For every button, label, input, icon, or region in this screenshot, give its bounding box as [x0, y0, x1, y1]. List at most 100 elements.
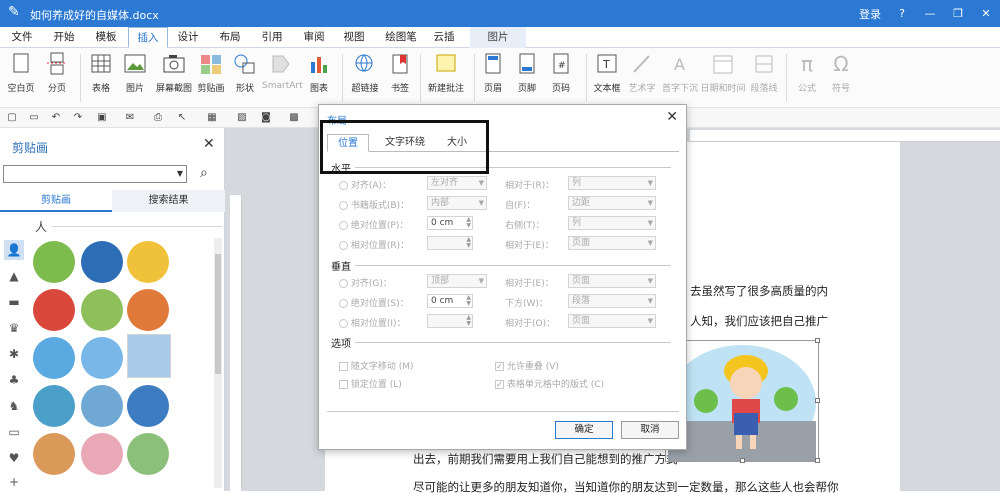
textbox-button[interactable]: T 文本框	[590, 52, 624, 94]
v-absolute-relative-select[interactable]: 段落 ▼	[568, 294, 656, 308]
cancel-button[interactable]: 取消	[621, 421, 679, 439]
v-align-relative-select[interactable]: 页面 ▼	[568, 274, 656, 288]
h-absolute-input[interactable]: 0 cm ▲ ▼	[427, 216, 473, 230]
v-absolute-input[interactable]: 0 cm ▲ ▼	[427, 294, 473, 308]
v-relative-relative-select[interactable]: 页面 ▼	[568, 314, 656, 328]
menu-insert[interactable]: 插入	[128, 27, 168, 48]
v-align-select[interactable]: 顶部 ▼	[427, 274, 487, 288]
menu-view[interactable]: 视图	[336, 27, 372, 48]
search-input[interactable]: ▼	[3, 165, 187, 183]
search-icon[interactable]: ⌕	[200, 165, 208, 181]
menu-picture[interactable]: 图片	[470, 27, 526, 48]
v-align-option[interactable]: 对齐(G)：	[339, 276, 392, 289]
h-absolute-relative-select[interactable]: 列 ▼	[568, 216, 656, 230]
picture-button[interactable]: 图片	[120, 52, 150, 94]
clipart-thumb[interactable]	[81, 289, 123, 331]
spin-arrows-icon[interactable]: ▲ ▼	[466, 237, 471, 249]
menu-cloud[interactable]: 云插	[426, 27, 462, 48]
menu-draw[interactable]: 绘图笔	[378, 27, 424, 48]
allow-overlap-checkbox[interactable]: ✓ 允许重叠 (V)	[495, 359, 559, 372]
h-book-relative-select[interactable]: 边距 ▼	[568, 196, 656, 210]
wordart-button[interactable]: 艺术字	[626, 52, 658, 94]
menu-home[interactable]: 开始	[46, 27, 82, 48]
table-icon[interactable]: ▦	[206, 112, 218, 124]
spin-arrows-icon[interactable]: ▲ ▼	[466, 315, 471, 327]
heart-icon[interactable]: ♥	[4, 448, 24, 468]
clipart-thumb[interactable]	[81, 433, 123, 475]
clipart-thumb[interactable]	[33, 289, 75, 331]
menu-layout[interactable]: 布局	[212, 27, 248, 48]
hyperlink-button[interactable]: 超链接	[348, 52, 382, 94]
picture-icon[interactable]: ▨	[236, 112, 248, 124]
person-icon[interactable]: 👤	[4, 240, 24, 260]
tab-clipart[interactable]: 剪贴画	[0, 190, 112, 212]
footer-button[interactable]: 页脚	[512, 52, 542, 94]
h-book-option[interactable]: 书籍版式(B)：	[339, 198, 409, 211]
v-relative-input[interactable]: ▲ ▼	[427, 314, 473, 328]
date-time-button[interactable]: 日期和时间	[700, 52, 746, 94]
h-relative-relative-select[interactable]: 页面 ▼	[568, 236, 656, 250]
graduation-cap-icon[interactable]: ▲	[4, 266, 24, 286]
clipart-thumb[interactable]	[81, 241, 123, 283]
radio[interactable]	[339, 319, 348, 328]
radio[interactable]	[339, 299, 348, 308]
briefcase-icon[interactable]: ▬	[4, 292, 24, 312]
screenshot-button[interactable]: 屏幕截图	[154, 52, 194, 94]
checkbox[interactable]: ✓	[495, 362, 504, 371]
bookmark-button[interactable]: 书签	[386, 52, 414, 94]
menu-references[interactable]: 引用	[254, 27, 290, 48]
clipart-thumb[interactable]	[81, 385, 123, 427]
clover-icon[interactable]: ♣	[4, 370, 24, 390]
open-folder-icon[interactable]: ▭	[28, 112, 40, 124]
clipart-thumb[interactable]	[127, 433, 169, 475]
spin-arrows-icon[interactable]: ▲ ▼	[466, 295, 471, 307]
clipart-button[interactable]: 剪贴画	[196, 52, 226, 94]
pane-scrollbar[interactable]	[214, 238, 222, 488]
radio[interactable]	[339, 181, 348, 190]
clipart-thumb[interactable]	[127, 241, 169, 283]
close-icon[interactable]: ✕	[666, 109, 678, 125]
minimize-button[interactable]: —	[916, 7, 944, 20]
camera-icon[interactable]: ◙	[260, 112, 272, 124]
animal-icon[interactable]: ♞	[4, 396, 24, 416]
smartart-button[interactable]: SmartArt	[262, 52, 303, 91]
checkbox[interactable]	[339, 362, 348, 371]
radio[interactable]	[339, 221, 348, 230]
snowflake-icon[interactable]: ✱	[4, 344, 24, 364]
menu-template[interactable]: 模板	[88, 27, 124, 48]
lock-anchor-checkbox[interactable]: 锁定位置 (L)	[339, 377, 402, 390]
clipart-thumb[interactable]	[33, 241, 75, 283]
undo-icon[interactable]: ↶	[50, 112, 62, 124]
ok-button[interactable]: 确定	[555, 421, 613, 439]
clipart-thumb[interactable]	[33, 337, 75, 379]
move-with-text-checkbox[interactable]: 随文字移动 (M)	[339, 359, 414, 372]
radio[interactable]	[339, 279, 348, 288]
h-align-select[interactable]: 左对齐 ▼	[427, 176, 487, 190]
page-break-button[interactable]: 分页	[42, 52, 72, 94]
chart-button[interactable]: 图表	[304, 52, 334, 94]
crown-icon[interactable]: ♛	[4, 318, 24, 338]
resize-handle[interactable]	[815, 338, 820, 343]
shapes-button[interactable]: 形状	[230, 52, 260, 94]
resize-handle[interactable]	[815, 458, 820, 463]
close-button[interactable]: ✕	[972, 7, 1000, 20]
h-relative-input[interactable]: ▲ ▼	[427, 236, 473, 250]
h-book-select[interactable]: 内部 ▼	[427, 196, 487, 210]
menu-file[interactable]: 文件	[4, 27, 40, 48]
clipart-icon[interactable]: ▩	[288, 112, 300, 124]
cake-icon[interactable]: ▭	[4, 422, 24, 442]
login-button[interactable]: 登录	[852, 6, 888, 22]
h-align-relative-select[interactable]: 列 ▼	[568, 176, 656, 190]
h-relative-option[interactable]: 相对位置(R)：	[339, 238, 409, 251]
redo-icon[interactable]: ↷	[72, 112, 84, 124]
clipart-thumb[interactable]	[127, 385, 169, 427]
h-align-option[interactable]: 对齐(A)：	[339, 178, 391, 191]
clipart-thumb[interactable]	[127, 289, 169, 331]
tab-search-results[interactable]: 搜索结果	[112, 190, 225, 212]
v-relative-option[interactable]: 相对位置(I)：	[339, 316, 406, 329]
clipart-thumb[interactable]	[81, 337, 123, 379]
clipart-thumb[interactable]	[33, 433, 75, 475]
layout-in-cell-checkbox[interactable]: ✓ 表格单元格中的版式 (C)	[495, 377, 604, 390]
resize-handle[interactable]	[815, 398, 820, 403]
radio[interactable]	[339, 241, 348, 250]
